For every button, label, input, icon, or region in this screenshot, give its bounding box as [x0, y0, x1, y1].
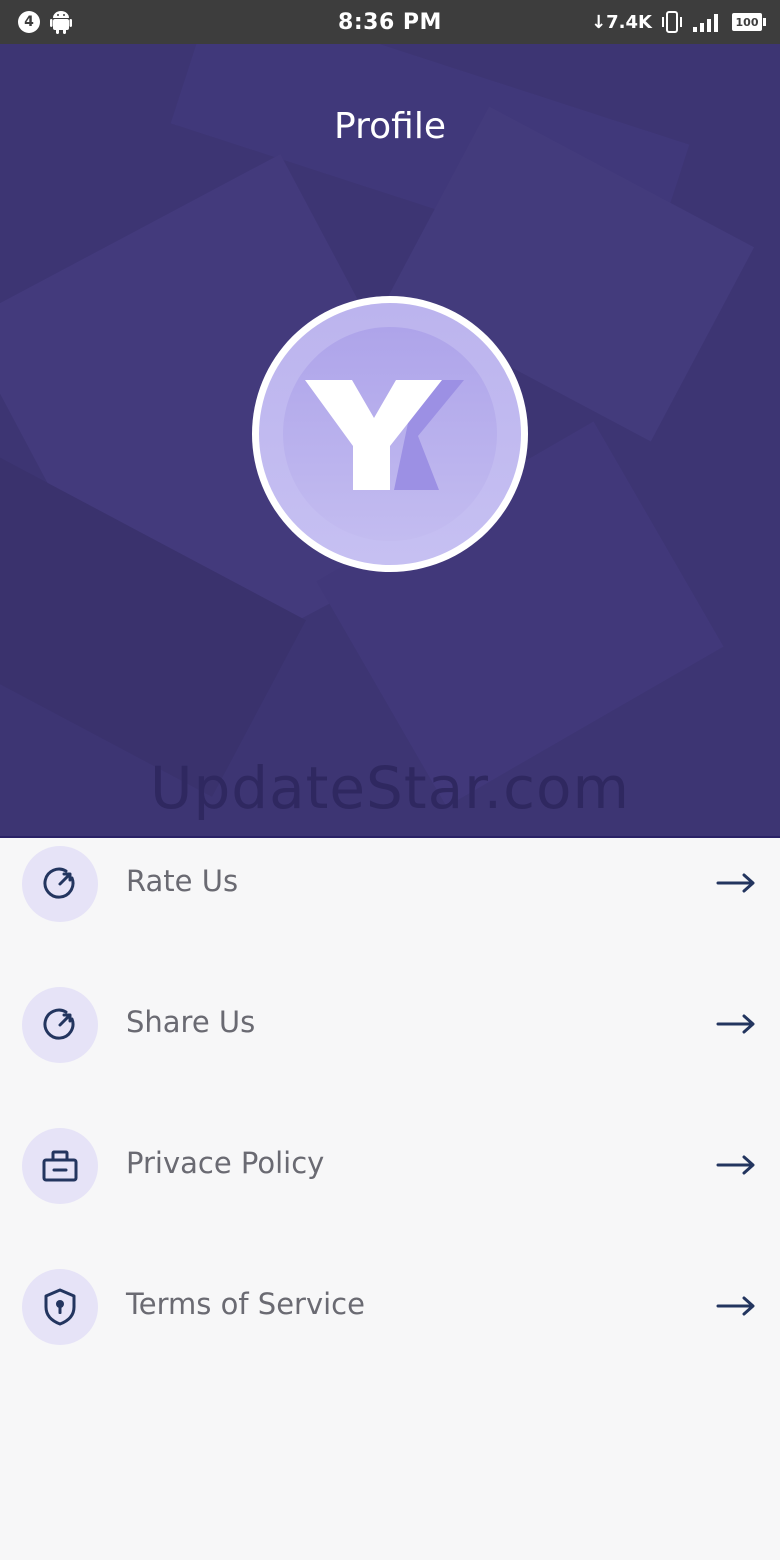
- app-logo-icon: [305, 380, 464, 490]
- briefcase-icon: [42, 1150, 78, 1182]
- menu-item-privacy-policy[interactable]: Privace Policy: [0, 1120, 780, 1261]
- status-left: 4: [18, 10, 218, 34]
- menu-item-icon: [22, 987, 98, 1063]
- status-time: 8:36 PM: [338, 9, 442, 35]
- menu-item-label: Share Us: [126, 1005, 256, 1039]
- menu-item-icon: [22, 846, 98, 922]
- status-right: ↓7.4K 100: [562, 11, 766, 33]
- profile-menu: Rate Us Share Us Privace Policy Terms of…: [0, 838, 780, 1402]
- gauge-icon: [43, 867, 75, 899]
- notification-count-badge: 4: [18, 11, 40, 33]
- arrow-right-icon[interactable]: [716, 1013, 756, 1035]
- watermark: UpdateStar.com: [150, 754, 630, 822]
- menu-item-label: Rate Us: [126, 864, 239, 898]
- shield-lock-icon: [44, 1288, 76, 1326]
- menu-item-rate-us[interactable]: Rate Us: [0, 838, 780, 979]
- page-title: Profile: [334, 106, 446, 147]
- menu-item-label: Privace Policy: [126, 1146, 325, 1180]
- vibrate-icon: [662, 11, 682, 33]
- menu-item-icon: [22, 1269, 98, 1345]
- avatar: [252, 296, 528, 572]
- arrow-right-icon[interactable]: [716, 1154, 756, 1176]
- status-bar: 4 8:36 PM ↓7.4K 100: [0, 0, 780, 44]
- gauge-icon: [43, 1008, 75, 1040]
- battery-icon: 100: [732, 13, 766, 31]
- arrow-right-icon[interactable]: [716, 1295, 756, 1317]
- network-speed: ↓7.4K: [591, 11, 652, 33]
- arrow-right-icon[interactable]: [716, 872, 756, 894]
- signal-icon: [693, 14, 718, 32]
- profile-header: Profile UpdateStar.com: [0, 44, 780, 838]
- menu-item-icon: [22, 1128, 98, 1204]
- menu-item-terms-of-service[interactable]: Terms of Service: [0, 1261, 780, 1402]
- menu-item-share-us[interactable]: Share Us: [0, 979, 780, 1120]
- menu-item-label: Terms of Service: [126, 1287, 365, 1321]
- android-icon: [50, 11, 72, 34]
